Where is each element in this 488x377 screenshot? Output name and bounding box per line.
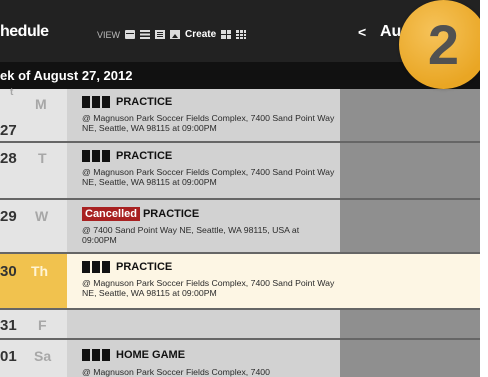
team-icon-bar [102, 150, 110, 162]
day-number: 01 [0, 348, 17, 365]
team-icon-bar [92, 96, 100, 108]
event-location: @ Magnuson Park Soccer Fields Complex, 7… [82, 278, 335, 298]
team-icon [82, 349, 90, 361]
event-title[interactable]: PRACTICE [116, 150, 172, 162]
day-number: 30 [0, 263, 17, 280]
step-number: 2 [427, 13, 460, 76]
day-name: T [38, 150, 47, 166]
day-side-cell [340, 200, 480, 254]
day-side-cell [340, 340, 480, 377]
day-side-cell [340, 254, 480, 310]
event-location: @ Magnuson Park Soccer Fields Complex, 7… [82, 113, 335, 133]
event-location: @ 7400 Sand Point Way NE, Seattle, WA 98… [82, 225, 300, 245]
calendar-view-icon[interactable] [125, 30, 136, 39]
image-view-icon[interactable] [170, 30, 181, 39]
day-number: 31 [0, 317, 17, 334]
day-row: 01 Sa HOME GAME @ Magnuson Park Soccer F… [0, 340, 480, 377]
event-title[interactable]: HOME GAME [116, 349, 185, 361]
document-view-icon[interactable] [155, 30, 166, 39]
team-icon [82, 96, 90, 108]
team-icon-bar [102, 96, 110, 108]
grid-icon[interactable] [221, 30, 232, 39]
day-cell: 31 F [0, 310, 67, 340]
day-side-cell [340, 143, 480, 200]
day-row: 29 W Cancelled PRACTICE @ 7400 Sand Point… [0, 200, 480, 254]
grid-large-icon[interactable] [236, 30, 247, 39]
day-cell: 01 Sa [0, 340, 67, 377]
view-label: VIEW [97, 29, 121, 40]
day-row: t M 27 PRACTICE @ Magnuson Park Soccer F… [0, 87, 480, 143]
day-row-today: 30 Th PRACTICE @ Magnuson Park Soccer Fi… [0, 254, 480, 310]
day-head-label: t [10, 87, 14, 98]
day-row: 28 T PRACTICE @ Magnuson Park Soccer Fie… [0, 143, 480, 200]
event-location: @ Magnuson Park Soccer Fields Complex, 7… [82, 167, 335, 187]
event-location: @ Magnuson Park Soccer Fields Complex, 7… [82, 367, 270, 377]
team-icon [82, 261, 90, 273]
step-number-badge: 2 [399, 0, 480, 89]
create-button[interactable]: Create [185, 29, 216, 40]
event-empty-cell[interactable] [67, 310, 340, 340]
day-name: M [35, 96, 47, 112]
day-name: Th [31, 263, 49, 279]
day-cell-today: 30 Th [0, 254, 67, 310]
previous-arrow-icon[interactable]: < [358, 24, 366, 40]
day-name: F [38, 317, 47, 333]
team-icon-bar [102, 349, 110, 361]
day-cell: t M 27 [0, 87, 67, 143]
day-number: 28 [0, 150, 17, 167]
event-item[interactable]: PRACTICE @ Magnuson Park Soccer Fields C… [67, 143, 340, 200]
day-cell: 28 T [0, 143, 67, 200]
day-side-cell [340, 89, 480, 143]
page-title: hedule [0, 23, 49, 40]
cancelled-badge: Cancelled [82, 207, 140, 221]
team-icon-bar [92, 349, 100, 361]
schedule-app: hedule VIEW Create < Au ek of August 27,… [0, 0, 480, 377]
event-title[interactable]: PRACTICE [116, 96, 172, 108]
day-row: 31 F [0, 310, 480, 340]
team-icon-bar [92, 150, 100, 162]
team-icon-bar [102, 261, 110, 273]
day-side-cell [340, 310, 480, 340]
team-icon [82, 150, 90, 162]
event-item[interactable]: PRACTICE @ Magnuson Park Soccer Fields C… [67, 254, 340, 310]
day-number: 27 [0, 122, 17, 139]
day-name: Sa [34, 348, 52, 364]
week-label: ek of August 27, 2012 [0, 68, 133, 83]
event-title[interactable]: PRACTICE [116, 261, 172, 273]
day-name: W [35, 208, 49, 224]
event-item[interactable]: HOME GAME @ Magnuson Park Soccer Fields … [67, 340, 340, 377]
list-view-icon[interactable] [140, 30, 151, 39]
view-toolbar: VIEW Create [97, 29, 247, 40]
event-item[interactable]: Cancelled PRACTICE @ 7400 Sand Point Way … [67, 200, 340, 254]
day-number: 29 [0, 208, 17, 225]
team-icon-bar [92, 261, 100, 273]
event-item[interactable]: PRACTICE @ Magnuson Park Soccer Fields C… [67, 89, 340, 143]
day-cell: 29 W [0, 200, 67, 254]
event-title[interactable]: PRACTICE [143, 208, 199, 220]
